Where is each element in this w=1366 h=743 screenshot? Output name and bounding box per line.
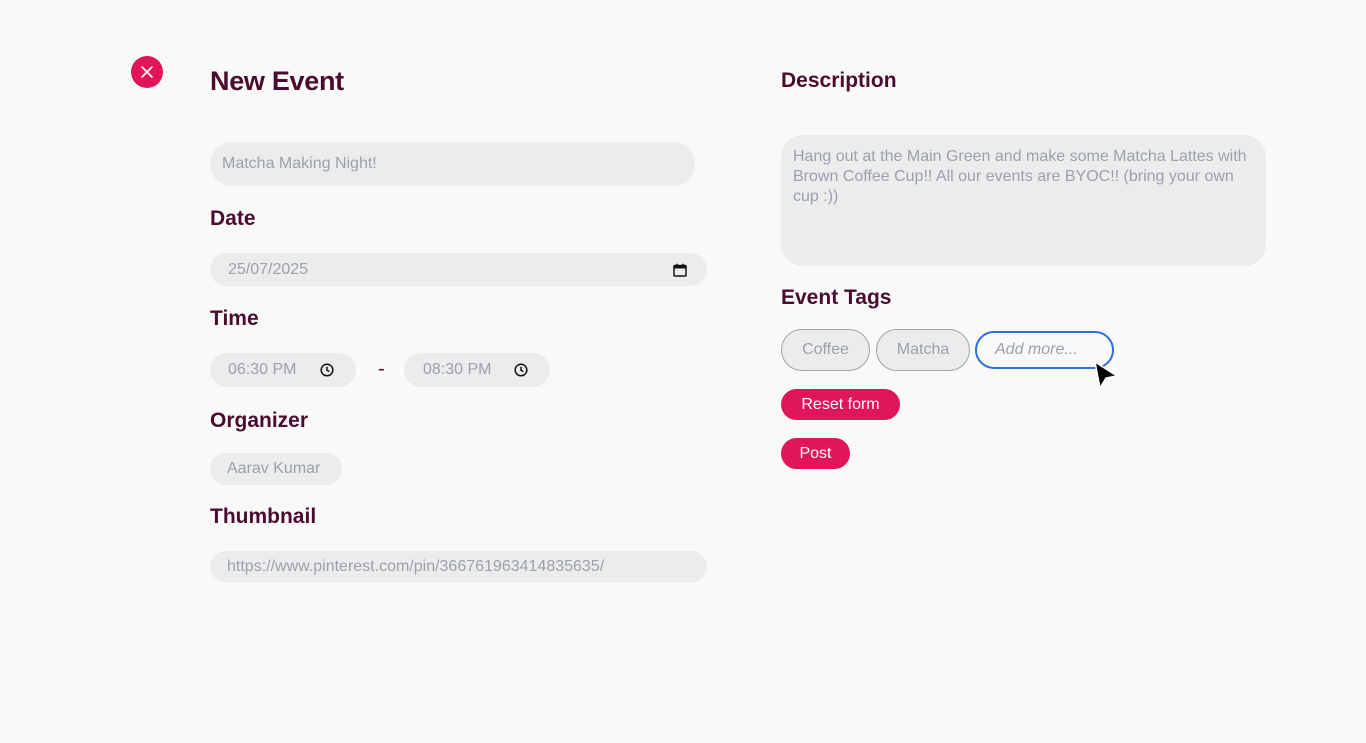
close-icon bbox=[141, 66, 153, 78]
reset-form-button[interactable]: Reset form bbox=[781, 389, 900, 420]
close-button[interactable] bbox=[131, 56, 163, 88]
thumbnail-url-input[interactable]: https://www.pinterest.com/pin/3667619634… bbox=[210, 551, 707, 582]
new-event-page: New Event Matcha Making Night! Date 25/0… bbox=[0, 0, 1366, 743]
date-label: Date bbox=[210, 207, 256, 230]
time-separator: - bbox=[378, 358, 385, 380]
description-label: Description bbox=[781, 69, 897, 92]
start-time-value: 06:30 PM bbox=[228, 361, 297, 378]
date-input[interactable]: 25/07/2025 bbox=[210, 253, 707, 286]
description-textarea[interactable]: Hang out at the Main Green and make some… bbox=[781, 135, 1266, 266]
post-button[interactable]: Post bbox=[781, 438, 850, 469]
clock-icon[interactable] bbox=[514, 363, 528, 377]
end-time-input[interactable]: 08:30 PM bbox=[404, 353, 550, 387]
organizer-field[interactable]: Aarav Kumar bbox=[210, 453, 342, 485]
page-title: New Event bbox=[210, 66, 344, 96]
event-name-input[interactable]: Matcha Making Night! bbox=[210, 142, 695, 186]
add-tag-placeholder: Add more... bbox=[995, 341, 1078, 358]
thumbnail-url-value: https://www.pinterest.com/pin/3667619634… bbox=[227, 557, 605, 575]
organizer-value: Aarav Kumar bbox=[227, 460, 321, 477]
tag-matcha[interactable]: Matcha bbox=[876, 329, 970, 371]
start-time-input[interactable]: 06:30 PM bbox=[210, 353, 356, 387]
clock-icon[interactable] bbox=[320, 363, 334, 377]
tag-coffee[interactable]: Coffee bbox=[781, 329, 870, 371]
mouse-pointer-icon bbox=[1094, 361, 1118, 389]
date-value: 25/07/2025 bbox=[228, 260, 309, 278]
event-tags-label: Event Tags bbox=[781, 286, 892, 309]
organizer-label: Organizer bbox=[210, 409, 309, 432]
calendar-icon[interactable] bbox=[673, 263, 687, 277]
end-time-value: 08:30 PM bbox=[423, 361, 492, 378]
thumbnail-label: Thumbnail bbox=[210, 505, 317, 528]
time-label: Time bbox=[210, 307, 259, 330]
event-name-value: Matcha Making Night! bbox=[222, 155, 377, 172]
